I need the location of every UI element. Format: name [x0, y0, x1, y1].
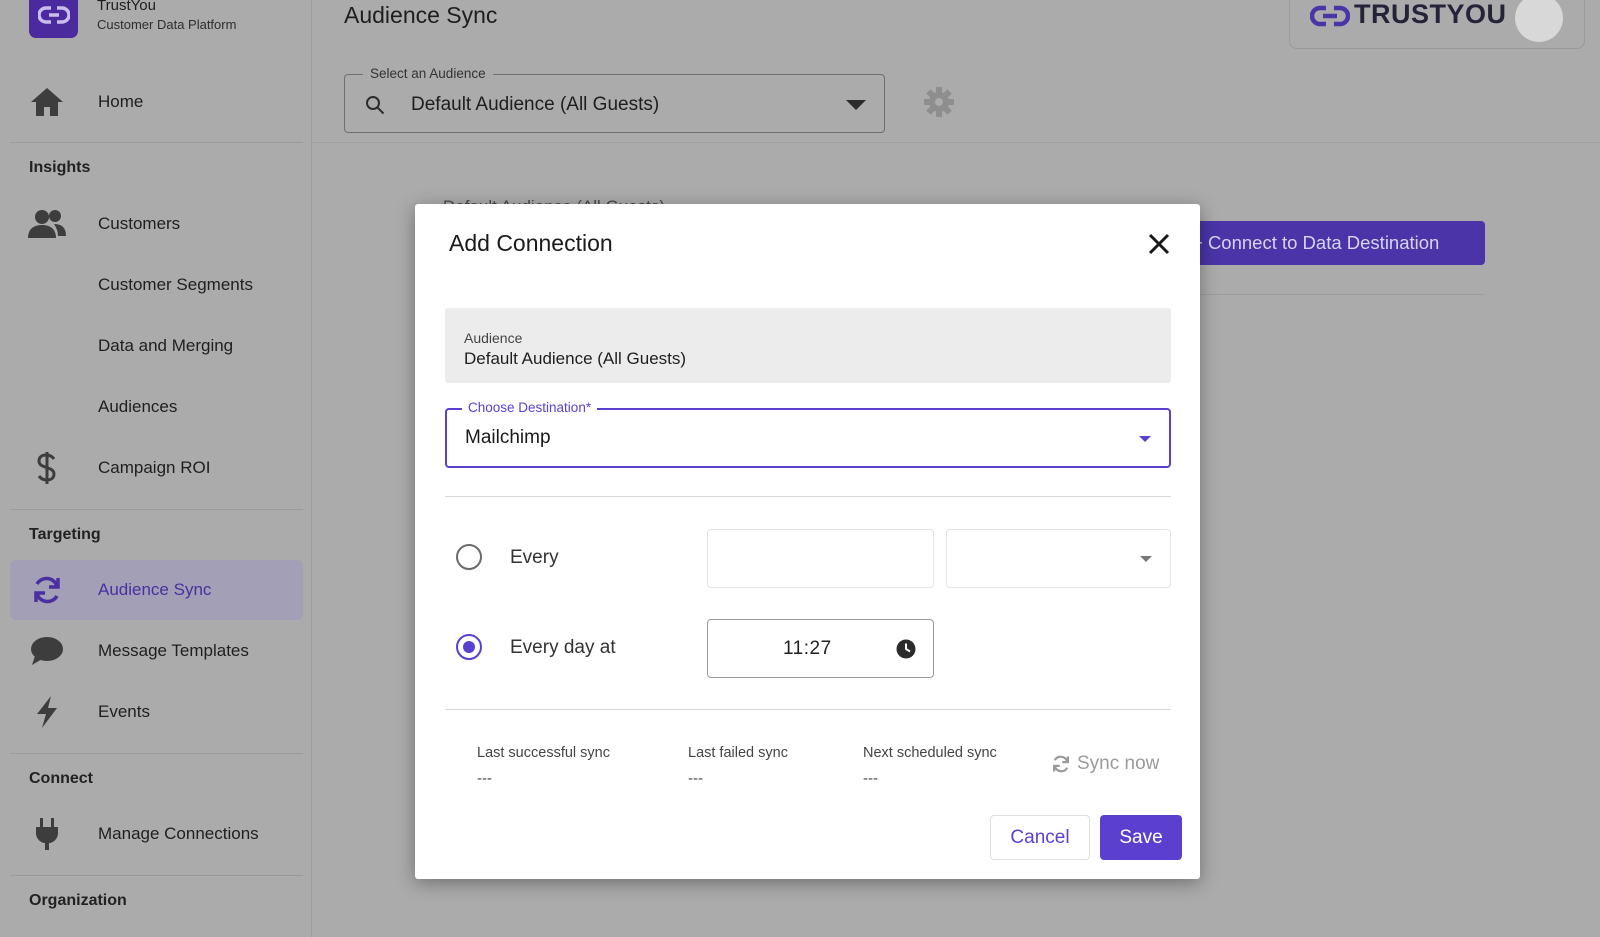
- home-icon: [10, 86, 84, 118]
- section-organization: Organization: [29, 892, 127, 909]
- divider: [445, 496, 1171, 497]
- page-title: Audience Sync: [344, 2, 498, 28]
- stat-label: Last failed sync: [688, 745, 788, 761]
- time-input[interactable]: 11:27: [707, 619, 934, 678]
- lightning-icon: [10, 695, 84, 729]
- radio-every-day[interactable]: [456, 634, 482, 660]
- sidebar-item-label: Audience Sync: [98, 580, 212, 599]
- dialog-title: Add Connection: [449, 230, 613, 256]
- audience-select[interactable]: Select an Audience Default Audience (All…: [344, 66, 885, 133]
- sync-icon: [1053, 755, 1069, 773]
- destination-select[interactable]: Choose Destination* Mailchimp: [445, 400, 1171, 468]
- dollar-icon: [10, 451, 84, 485]
- sidebar-item-label: Events: [98, 702, 150, 721]
- divider: [10, 142, 303, 143]
- audience-select-legend: Select an Audience: [363, 66, 493, 81]
- sync-now-label: Sync now: [1077, 753, 1160, 774]
- search-icon: [365, 95, 385, 120]
- sidebar-item-label: Manage Connections: [98, 824, 259, 843]
- sidebar-item-customers[interactable]: Customers: [10, 195, 303, 253]
- chevron-down-icon: [1139, 436, 1151, 442]
- brand-name: TrustYou: [97, 0, 156, 14]
- audience-field-value: Default Audience (All Guests): [464, 349, 687, 368]
- divider: [10, 753, 303, 754]
- sidebar: TrustYou Customer Data Platform Home Ins…: [0, 0, 312, 937]
- section-connect: Connect: [29, 770, 93, 787]
- destination-legend: Choose Destination*: [462, 400, 598, 415]
- sidebar-item-customer-segments[interactable]: Customer Segments: [10, 256, 303, 314]
- every-label: Every: [510, 547, 559, 568]
- chevron-down-icon: [1140, 556, 1152, 562]
- divider: [445, 709, 1171, 710]
- brand-subtitle: Customer Data Platform: [97, 17, 237, 32]
- stat-value: ---: [477, 770, 492, 787]
- save-button[interactable]: Save: [1100, 815, 1182, 860]
- sidebar-item-audience-sync[interactable]: Audience Sync: [10, 560, 303, 620]
- divider: [10, 875, 303, 876]
- content-divider: [1180, 294, 1485, 295]
- chevron-down-icon: [846, 100, 866, 110]
- audience-select-value: Default Audience (All Guests): [411, 94, 660, 115]
- plug-icon: [10, 817, 84, 851]
- sidebar-item-data-and-merging[interactable]: Data and Merging: [10, 317, 303, 375]
- destination-value: Mailchimp: [465, 427, 551, 448]
- cancel-button[interactable]: Cancel: [990, 815, 1090, 860]
- radio-every[interactable]: [456, 544, 482, 570]
- every-unit-select[interactable]: [946, 529, 1171, 588]
- sidebar-item-label: Home: [98, 92, 144, 111]
- sidebar-item-manage-connections[interactable]: Manage Connections: [10, 805, 303, 863]
- connect-destination-button[interactable]: + Connect to Data Destination: [1180, 221, 1485, 265]
- sidebar-item-home[interactable]: Home: [10, 73, 303, 131]
- sidebar-item-message-templates[interactable]: Message Templates: [10, 622, 303, 680]
- brand-logo-icon: [29, 0, 78, 38]
- every-day-label: Every day at: [510, 637, 616, 658]
- chat-bubble-icon: [10, 636, 84, 666]
- sync-now-button[interactable]: Sync now: [1051, 753, 1159, 775]
- divider: [10, 509, 303, 510]
- sidebar-item-label: Customer Segments: [98, 275, 253, 294]
- sidebar-item-label: Message Templates: [98, 641, 249, 660]
- section-insights: Insights: [29, 159, 91, 176]
- sidebar-item-events[interactable]: Events: [10, 683, 303, 741]
- close-icon[interactable]: [1146, 231, 1172, 257]
- stat-value: ---: [863, 770, 878, 787]
- trustyou-logo-icon: [1309, 3, 1351, 34]
- logo-wordmark: TRUSTYOU: [1354, 0, 1507, 29]
- sync-icon: [10, 574, 84, 606]
- sidebar-item-label: Campaign ROI: [98, 458, 211, 477]
- stat-label: Next scheduled sync: [863, 745, 997, 761]
- stat-value: ---: [688, 770, 703, 787]
- clock-icon[interactable]: [896, 639, 916, 664]
- brand: TrustYou Customer Data Platform: [29, 0, 236, 38]
- section-targeting: Targeting: [29, 526, 101, 543]
- gear-icon[interactable]: [923, 86, 955, 123]
- sidebar-item-campaign-roi[interactable]: Campaign ROI: [10, 439, 303, 497]
- every-interval-input[interactable]: [707, 529, 934, 588]
- sidebar-item-label: Data and Merging: [98, 336, 234, 355]
- audience-field: Audience Default Audience (All Guests): [445, 308, 1171, 383]
- stat-label: Last successful sync: [477, 745, 610, 761]
- audience-field-label: Audience: [464, 330, 523, 346]
- sidebar-item-audiences[interactable]: Audiences: [10, 378, 303, 436]
- sidebar-item-label: Customers: [98, 214, 181, 233]
- people-icon: [10, 208, 84, 240]
- header-divider: [313, 142, 1600, 143]
- time-value: 11:27: [783, 638, 832, 659]
- add-connection-dialog: Add Connection Audience Default Audience…: [415, 204, 1200, 879]
- sidebar-item-label: Audiences: [98, 397, 178, 416]
